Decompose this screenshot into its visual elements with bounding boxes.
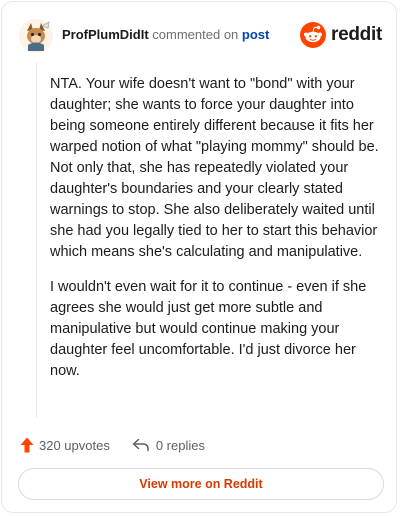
comment-header: ProfPlumDidIt commented on post reddit	[16, 16, 386, 56]
upvote-button[interactable]: 320 upvotes	[20, 437, 110, 453]
reply-arrow-icon	[132, 438, 149, 452]
replies-button[interactable]: 0 replies	[132, 438, 205, 453]
comment-paragraph: NTA. Your wife doesn't want to "bond" wi…	[50, 76, 379, 260]
comment-meta: ProfPlumDidIt commented on post	[62, 27, 269, 43]
reply-count: 0 replies	[155, 437, 205, 453]
user-avatar[interactable]	[18, 18, 54, 54]
comment-paragraph: I wouldn't even wait for it to continue …	[50, 279, 367, 379]
reddit-logo-icon	[300, 22, 327, 48]
upvote-arrow-icon	[20, 437, 34, 453]
commented-on-text: commented on	[152, 27, 239, 42]
comment-embed-card: ProfPlumDidIt commented on post reddit N…	[1, 1, 397, 513]
comment-body: NTA. Your wife doesn't want to "bond" wi…	[50, 74, 380, 396]
thread-line	[36, 62, 37, 418]
post-link[interactable]: post	[242, 27, 269, 42]
view-more-on-reddit-button[interactable]: View more on Reddit	[18, 468, 384, 500]
upvote-count: 320 upvotes	[39, 437, 110, 453]
comment-actions: 320 upvotes 0 replies	[20, 434, 205, 456]
reddit-brand[interactable]: reddit	[300, 21, 382, 49]
reddit-wordmark: reddit	[331, 24, 382, 45]
avatar-icon	[19, 19, 53, 53]
author-username[interactable]: ProfPlumDidIt	[62, 27, 149, 42]
